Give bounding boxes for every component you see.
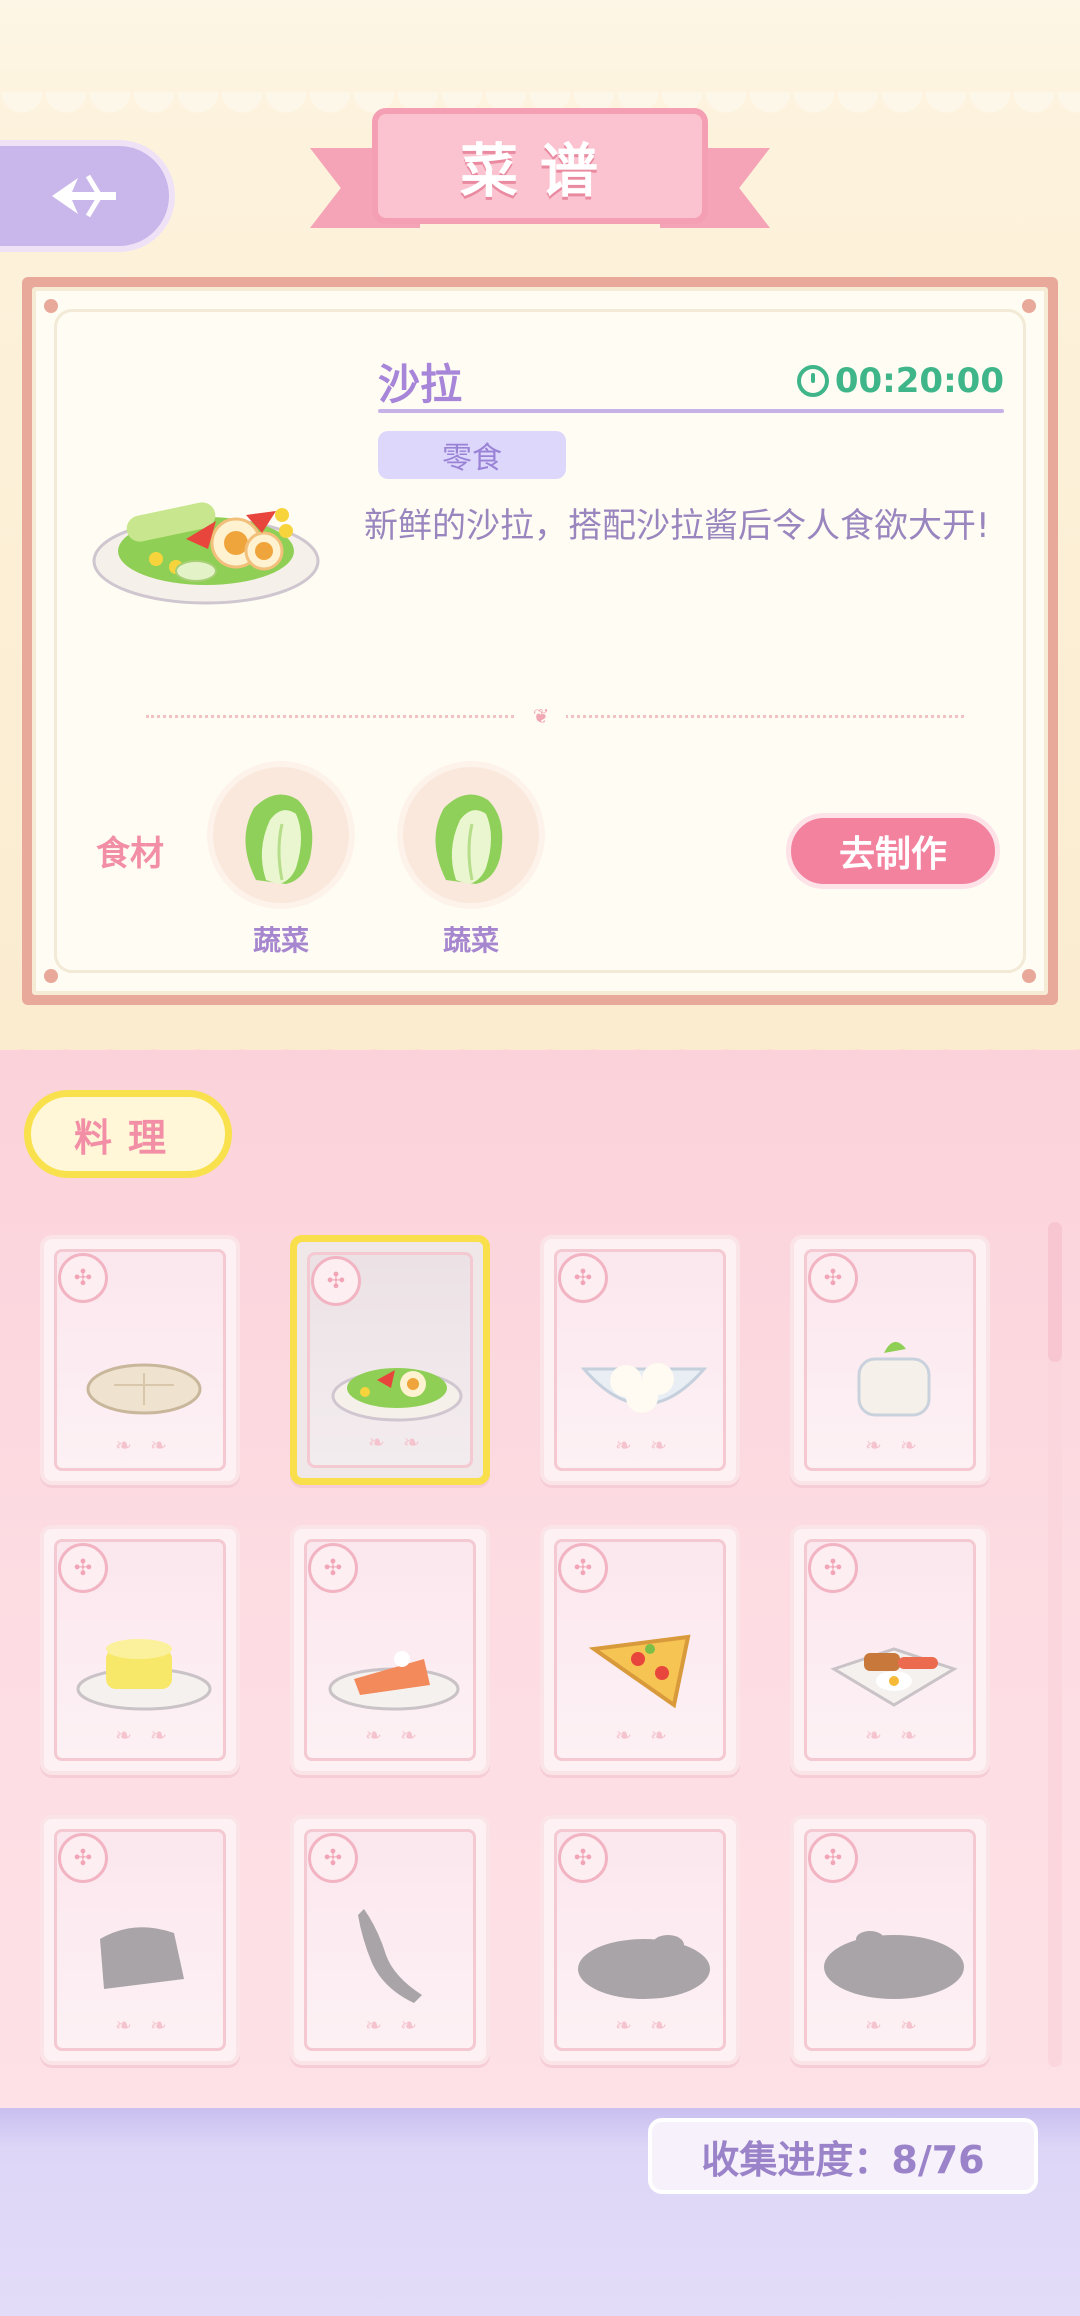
- dish-card-selected[interactable]: ✣ ❧ ❧: [290, 1235, 490, 1485]
- salad-icon: [331, 1368, 463, 1422]
- dish-card[interactable]: ✣ ❧ ❧: [540, 1235, 740, 1485]
- breakfast-plate-icon: [830, 1647, 958, 1707]
- dish-card[interactable]: ✣ ❧ ❧: [540, 1525, 740, 1775]
- utensils-icon: ✣: [58, 1833, 108, 1883]
- salmon-cake-icon: [328, 1651, 460, 1711]
- pudding-icon: [857, 1341, 931, 1417]
- ingredient-name: 蔬菜: [442, 924, 499, 957]
- ingredients-label: 食材: [96, 834, 164, 874]
- utensils-icon: ✣: [808, 1833, 858, 1883]
- utensils-icon: ✣: [558, 1833, 608, 1883]
- utensils-icon: ✣: [808, 1543, 858, 1593]
- ingredient-item[interactable]: 蔬菜: [396, 761, 546, 959]
- dish-card-locked[interactable]: ✣ ❧ ❧: [790, 1815, 990, 2065]
- scallop-border: [0, 1030, 1080, 1070]
- dish-card[interactable]: ✣ ❧ ❧: [790, 1525, 990, 1775]
- utensils-icon: ✣: [58, 1253, 108, 1303]
- back-button[interactable]: [0, 140, 175, 252]
- scrollbar[interactable]: [1048, 1222, 1062, 2067]
- dish-card[interactable]: ✣ ❧ ❧: [790, 1235, 990, 1485]
- utensils-icon: ✣: [558, 1253, 608, 1303]
- locked-silhouette-icon: [100, 1927, 184, 1989]
- recipe-detail-card: 沙拉 00:20:00 零食 新鲜的沙拉，搭配沙拉酱后令人食欲大开! ❦ 食材 …: [22, 277, 1058, 1005]
- dish-card[interactable]: ✣ ❧ ❧: [40, 1235, 240, 1485]
- utensils-icon: ✣: [308, 1543, 358, 1593]
- title-ribbon: 菜谱: [310, 104, 770, 244]
- locked-silhouette-icon: [358, 1909, 422, 2003]
- cabbage-icon: [245, 794, 313, 884]
- cabbage-icon: [435, 794, 503, 884]
- ingredient-item[interactable]: 蔬菜: [206, 761, 356, 959]
- dish-card-locked[interactable]: ✣ ❧ ❧: [40, 1815, 240, 2065]
- clock-icon: [796, 365, 829, 397]
- recipe-description: 新鲜的沙拉，搭配沙拉酱后令人食欲大开!: [364, 506, 990, 546]
- title-underline: [378, 409, 1004, 413]
- locked-silhouette-icon: [578, 1935, 710, 1999]
- dish-card-locked[interactable]: ✣ ❧ ❧: [540, 1815, 740, 2065]
- ingredient-name: 蔬菜: [252, 924, 309, 957]
- salad-icon: [92, 502, 320, 605]
- bow-icon: ❦: [516, 705, 566, 727]
- utensils-icon: ✣: [308, 1833, 358, 1883]
- utensils-icon: ✣: [58, 1543, 108, 1593]
- recipe-category-tag: 零食: [378, 431, 566, 479]
- utensils-icon: ✣: [558, 1543, 608, 1593]
- flatbread-icon: [86, 1363, 202, 1415]
- dish-card[interactable]: ✣ ❧ ❧: [40, 1525, 240, 1775]
- page-title: 菜谱: [459, 137, 620, 205]
- timer-value: 00:20:00: [834, 361, 1004, 401]
- utensils-icon: ✣: [808, 1253, 858, 1303]
- category-tab-cooking[interactable]: 料理: [24, 1090, 232, 1178]
- utensils-icon: ✣: [311, 1256, 361, 1306]
- back-arrow-icon: [51, 174, 116, 218]
- recipe-name: 沙拉: [378, 360, 463, 409]
- cheese-icon: [76, 1639, 212, 1711]
- collection-progress: 收集进度：8/76: [648, 2118, 1038, 2194]
- make-button[interactable]: 去制作: [786, 813, 1000, 889]
- dish-card-locked[interactable]: ✣ ❧ ❧: [290, 1815, 490, 2065]
- pizza-icon: [588, 1634, 691, 1709]
- scrollbar-thumb[interactable]: [1048, 1222, 1062, 1362]
- rice-balls-icon: [580, 1363, 708, 1413]
- locked-silhouette-icon: [824, 1931, 964, 1999]
- cook-timer: 00:20:00: [796, 361, 1004, 401]
- dish-card[interactable]: ✣ ❧ ❧: [290, 1525, 490, 1775]
